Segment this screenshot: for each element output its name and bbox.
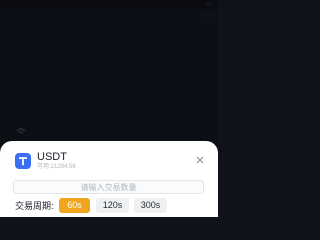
trade-bottom-sheet: USDT 可用:21294.56 交易周期: 60s 120s 300s — [0, 141, 218, 217]
available-balance: 可用:21294.56 — [37, 164, 76, 170]
tether-glyph-icon — [19, 157, 27, 166]
app-screen: ▭ ▭ USDT 可用:21294.56 交易周期: 60s 120s 300s — [0, 0, 218, 217]
period-option-60s[interactable]: 60s — [59, 198, 90, 213]
close-icon[interactable] — [194, 154, 206, 166]
backdrop-text-icon: ▭ — [205, 2, 211, 8]
top-status-bar — [0, 0, 218, 9]
period-option-120s[interactable]: 120s — [96, 198, 129, 213]
tether-icon — [15, 153, 31, 169]
trade-period-label: 交易周期: — [15, 201, 54, 211]
wifi-icon — [16, 128, 26, 134]
coin-name: USDT — [37, 151, 67, 163]
period-option-300s[interactable]: 300s — [134, 198, 167, 213]
backdrop-text-icon: ▭ — [205, 13, 211, 19]
trade-amount-input[interactable] — [13, 180, 204, 194]
